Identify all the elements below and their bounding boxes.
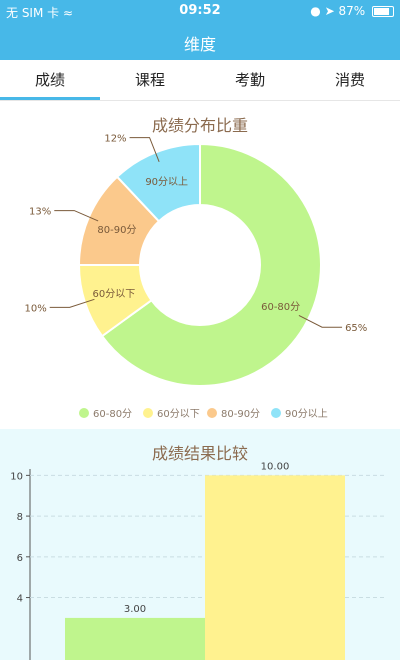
active-tab-indicator [0, 97, 100, 100]
legend-marker [271, 408, 281, 418]
battery-fill [374, 8, 389, 15]
tab-scores[interactable]: 成绩 [0, 60, 100, 100]
y-tick-label: 8 [17, 512, 23, 523]
y-tick-label: 4 [17, 594, 23, 605]
pie-percent-label: 12% [104, 134, 126, 145]
tab-courses[interactable]: 课程 [100, 60, 200, 100]
legend-marker [143, 408, 153, 418]
bar [205, 475, 345, 664]
bar-value-label: 3.00 [124, 604, 146, 615]
status-right: ● ➤ 87% [310, 4, 394, 18]
pie-percent-label: 13% [29, 207, 51, 218]
pie-slice-label: 60-80分 [261, 301, 300, 313]
bar-chart-section: 成绩结果比较 4 6 8 10 3.00 10.00 [0, 429, 400, 664]
pie-chart-title: 成绩分布比重 [152, 116, 248, 135]
nav-bar: 维度 [0, 22, 400, 60]
page-title: 维度 [183, 35, 216, 54]
legend-label: 80-90分 [221, 408, 260, 420]
pie-chart-section: 成绩分布比重 60-80分 60分以下 80-90分 90分以上 65% 10% 13% 1… [0, 101, 400, 429]
pie-percent-label: 10% [24, 303, 46, 314]
legend-marker [79, 408, 89, 418]
y-tick-label: 6 [17, 553, 23, 564]
pie-chart: 成绩分布比重 60-80分 60分以下 80-90分 90分以上 65% 10% 13% 1… [24, 116, 367, 420]
bar [65, 617, 205, 664]
status-bar: 无 SIM 卡 ≈ 09:52 ● ➤ 87% [0, 0, 400, 22]
tab-bar: 成绩 课程 考勤 消费 [0, 60, 400, 101]
battery-icon [372, 6, 394, 17]
legend-label: 60分以下 [157, 408, 200, 420]
legend-marker [207, 408, 217, 418]
pie-slice-label: 60分以下 [93, 288, 136, 300]
legend-label: 90分以上 [285, 408, 328, 420]
battery-percent: 87% [338, 4, 366, 18]
y-tick-label: 10 [10, 471, 23, 482]
bar-chart-title: 成绩结果比较 [152, 444, 248, 463]
tab-attendance[interactable]: 考勤 [200, 60, 300, 100]
pie-percent-label: 65% [345, 323, 367, 334]
tab-spending[interactable]: 消费 [300, 60, 400, 100]
pie-slice-label: 80-90分 [97, 224, 136, 236]
location-icon: ➤ [324, 4, 335, 18]
orientation-lock-icon: ● [310, 4, 321, 18]
bar-chart: 成绩结果比较 4 6 8 10 3.00 10.00 [10, 444, 385, 664]
legend-label: 60-80分 [93, 408, 132, 420]
bar-value-label: 10.00 [261, 461, 290, 472]
pie-slice-label: 90分以上 [145, 176, 188, 188]
